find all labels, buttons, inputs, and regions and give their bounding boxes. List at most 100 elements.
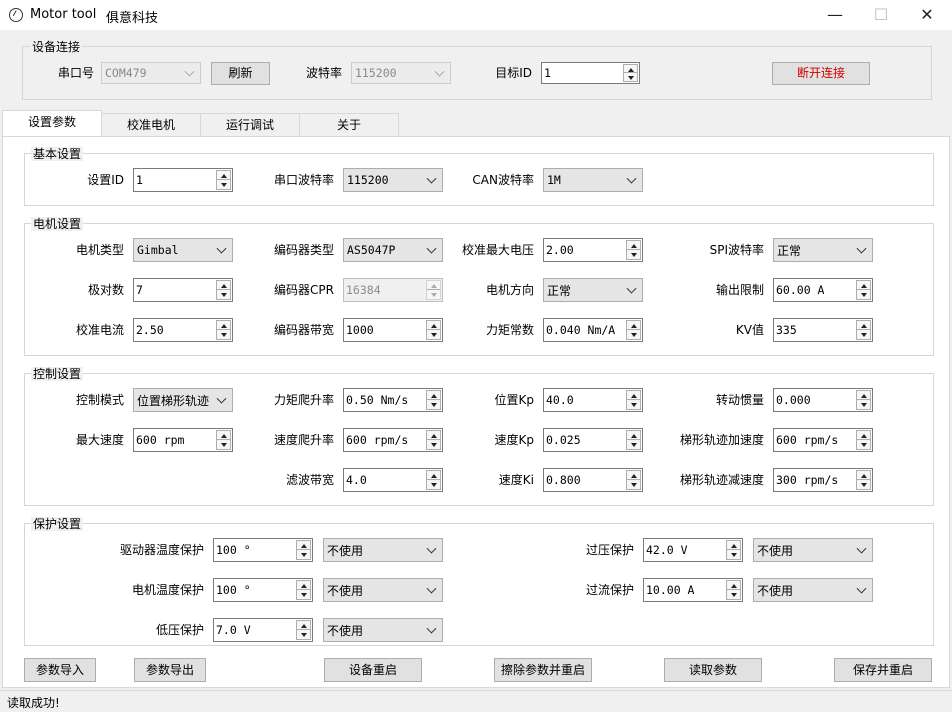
spin-down-icon[interactable] (217, 440, 230, 449)
trap-accel-spinner[interactable]: 600 rpm/s (773, 428, 873, 452)
torque-ramp-spinner[interactable]: 0.50 Nm/s (343, 388, 443, 412)
spin-arrows[interactable] (626, 320, 641, 340)
spin-arrows[interactable] (626, 390, 641, 410)
filter-bw-spinner[interactable]: 4.0 (343, 468, 443, 492)
spin-down-icon[interactable] (297, 630, 310, 639)
spin-up-icon[interactable] (727, 541, 740, 550)
spin-up-icon[interactable] (857, 471, 870, 480)
read-params-button[interactable]: 读取参数 (664, 658, 762, 682)
spin-arrows[interactable] (856, 470, 871, 490)
spin-up-icon[interactable] (857, 391, 870, 400)
spin-arrows[interactable] (216, 170, 231, 190)
spin-arrows[interactable] (726, 580, 741, 600)
overcurrent-mode-select[interactable]: 不使用 (753, 578, 873, 602)
cal-current-spinner[interactable]: 2.50 (133, 318, 233, 342)
spin-arrows[interactable] (856, 390, 871, 410)
spin-arrows[interactable] (726, 540, 741, 560)
spin-arrows[interactable] (216, 280, 231, 300)
control-mode-select[interactable]: 位置梯形轨迹 (133, 388, 233, 412)
spin-down-icon[interactable] (627, 330, 640, 339)
undervolt-spinner[interactable]: 7.0 V (213, 618, 313, 642)
close-button[interactable]: ✕ (904, 0, 950, 30)
spin-down-icon[interactable] (627, 250, 640, 259)
spin-up-icon[interactable] (427, 321, 440, 330)
overvolt-spinner[interactable]: 42.0 V (643, 538, 743, 562)
spin-down-icon[interactable] (727, 550, 740, 559)
spin-arrows[interactable] (426, 430, 441, 450)
spin-up-icon[interactable] (297, 621, 310, 630)
spin-up-icon[interactable] (297, 541, 310, 550)
tab-about[interactable]: 关于 (299, 113, 399, 136)
spin-arrows[interactable] (296, 620, 311, 640)
spin-up-icon[interactable] (857, 281, 870, 290)
inertia-spinner[interactable]: 0.000 (773, 388, 873, 412)
driver-temp-mode-select[interactable]: 不使用 (323, 538, 443, 562)
spin-down-icon[interactable] (217, 330, 230, 339)
spin-up-icon[interactable] (217, 281, 230, 290)
spin-down-icon[interactable] (624, 73, 637, 81)
maximize-button[interactable]: ☐ (858, 0, 904, 30)
spin-arrows[interactable] (426, 470, 441, 490)
vel-kp-spinner[interactable]: 0.025 (543, 428, 643, 452)
spin-up-icon[interactable] (427, 281, 440, 290)
kv-spinner[interactable]: 335 (773, 318, 873, 342)
trap-decel-spinner[interactable]: 300 rpm/s (773, 468, 873, 492)
spin-up-icon[interactable] (627, 471, 640, 480)
torque-const-spinner[interactable]: 0.040 Nm/A (543, 318, 643, 342)
spin-arrows[interactable] (856, 280, 871, 300)
spin-up-icon[interactable] (857, 431, 870, 440)
spin-up-icon[interactable] (627, 321, 640, 330)
vel-ki-spinner[interactable]: 0.800 (543, 468, 643, 492)
spin-arrows[interactable] (426, 320, 441, 340)
spin-down-icon[interactable] (857, 440, 870, 449)
spin-up-icon[interactable] (427, 471, 440, 480)
spin-arrows[interactable] (626, 470, 641, 490)
spin-down-icon[interactable] (427, 480, 440, 489)
spin-down-icon[interactable] (297, 550, 310, 559)
uart-baud-select[interactable]: 115200 (343, 168, 443, 192)
spin-arrows[interactable] (626, 240, 641, 260)
spin-up-icon[interactable] (217, 321, 230, 330)
spin-arrows[interactable] (296, 540, 311, 560)
spin-down-icon[interactable] (217, 180, 230, 189)
spin-up-icon[interactable] (427, 391, 440, 400)
spin-arrows[interactable] (426, 390, 441, 410)
spin-down-icon[interactable] (727, 590, 740, 599)
spin-down-icon[interactable] (857, 480, 870, 489)
undervolt-mode-select[interactable]: 不使用 (323, 618, 443, 642)
spin-up-icon[interactable] (624, 65, 637, 73)
spin-down-icon[interactable] (627, 400, 640, 409)
spin-up-icon[interactable] (857, 321, 870, 330)
refresh-button[interactable]: 刷新 (211, 62, 270, 85)
baud-select[interactable]: 115200 (351, 62, 451, 84)
spin-arrows[interactable] (426, 280, 441, 300)
direction-select[interactable]: 正常 (543, 278, 643, 302)
motor-temp-mode-select[interactable]: 不使用 (323, 578, 443, 602)
spin-arrows[interactable] (296, 580, 311, 600)
import-params-button[interactable]: 参数导入 (24, 658, 96, 682)
cal-voltage-spinner[interactable]: 2.00 (543, 238, 643, 262)
output-limit-spinner[interactable]: 60.00 A (773, 278, 873, 302)
pos-kp-spinner[interactable]: 40.0 (543, 388, 643, 412)
spin-up-icon[interactable] (217, 431, 230, 440)
motor-type-select[interactable]: Gimbal (133, 238, 233, 262)
can-baud-select[interactable]: 1M (543, 168, 643, 192)
spin-arrows[interactable] (626, 430, 641, 450)
erase-reboot-button[interactable]: 擦除参数并重启 (494, 658, 592, 682)
spin-down-icon[interactable] (627, 480, 640, 489)
spin-up-icon[interactable] (627, 431, 640, 440)
tab-run-debug[interactable]: 运行调试 (200, 113, 300, 136)
pole-pairs-spinner[interactable]: 7 (133, 278, 233, 302)
spin-down-icon[interactable] (427, 330, 440, 339)
port-select[interactable]: COM479 (101, 62, 201, 84)
spin-arrows[interactable] (216, 430, 231, 450)
export-params-button[interactable]: 参数导出 (134, 658, 206, 682)
spin-up-icon[interactable] (627, 391, 640, 400)
spi-baud-select[interactable]: 正常 (773, 238, 873, 262)
spin-down-icon[interactable] (427, 440, 440, 449)
spin-down-icon[interactable] (857, 330, 870, 339)
spin-arrows[interactable] (856, 320, 871, 340)
spin-arrows[interactable] (216, 320, 231, 340)
tab-calibrate[interactable]: 校准电机 (101, 113, 201, 136)
set-id-spinner[interactable]: 1 (133, 168, 233, 192)
